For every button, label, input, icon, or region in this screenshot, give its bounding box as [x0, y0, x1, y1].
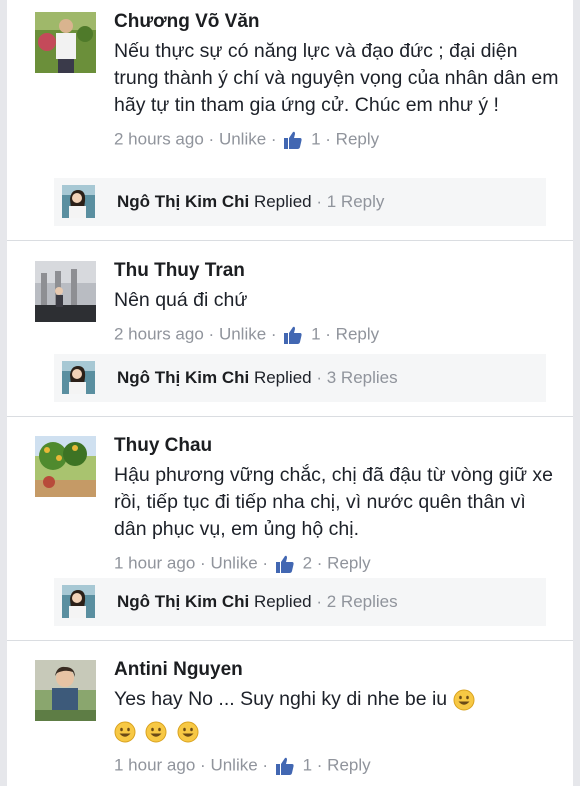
replies-summary[interactable]: Ngô Thị Kim Chi Replied · 2 Replies [54, 578, 546, 626]
comment-time[interactable]: 1 hour ago [114, 756, 195, 775]
smiley-emoji-icon [145, 721, 167, 743]
unlike-link[interactable]: Unlike [219, 325, 266, 344]
like-count[interactable]: 1 [311, 325, 320, 344]
reply-count[interactable]: 2 Replies [327, 592, 398, 611]
replies-summary-text: Ngô Thị Kim Chi Replied · 3 Replies [117, 367, 398, 389]
divider [7, 416, 573, 417]
comments-page: Chương Võ Văn Nếu thực sự có năng lực và… [7, 0, 573, 786]
meta-separator: · [262, 553, 269, 573]
meta-separator: · [262, 755, 269, 775]
meta-separator: · [325, 324, 331, 344]
reply-link[interactable]: Reply [336, 325, 379, 344]
divider [7, 640, 573, 641]
unlike-link[interactable]: Unlike [210, 756, 257, 775]
reply-count[interactable]: 3 Replies [327, 368, 398, 387]
replied-label: Replied [253, 592, 312, 611]
unlike-link[interactable]: Unlike [210, 554, 257, 573]
comment-time[interactable]: 2 hours ago [114, 130, 204, 149]
meta-separator: · [316, 553, 323, 573]
replies-summary[interactable]: Ngô Thị Kim Chi Replied · 1 Reply [54, 178, 546, 226]
comment-time[interactable]: 1 hour ago [114, 554, 195, 573]
meta-separator: · [316, 755, 323, 775]
meta-separator: · [208, 129, 215, 149]
comment-meta: 2 hours ago · Unlike · 1 · Reply [114, 128, 559, 151]
avatar[interactable] [35, 261, 96, 322]
comment-time[interactable]: 2 hours ago [114, 325, 204, 344]
meta-separator: · [316, 368, 323, 387]
meta-separator: · [270, 129, 277, 149]
comment-text: Hậu phương vững chắc, chị đã đậu từ vòng… [114, 464, 554, 540]
comment-meta: 2 hours ago · Unlike · 1 · Reply [114, 323, 559, 346]
emoji-row [114, 718, 559, 745]
meta-separator: · [325, 129, 331, 149]
like-count[interactable]: 2 [303, 554, 312, 573]
comment-author[interactable]: Antini Nguyen [114, 658, 559, 682]
comment-author[interactable]: Thu Thuy Tran [114, 259, 559, 283]
like-count[interactable]: 1 [303, 756, 312, 775]
meta-separator: · [208, 324, 215, 344]
reply-link[interactable]: Reply [327, 756, 370, 775]
meta-separator: · [316, 592, 323, 611]
divider [7, 240, 573, 241]
thumbs-up-icon[interactable] [275, 756, 295, 776]
comment-text: Nên quá đi chứ [114, 289, 248, 311]
avatar[interactable] [35, 12, 96, 73]
unlike-link[interactable]: Unlike [219, 130, 266, 149]
meta-separator: · [270, 324, 277, 344]
smiley-emoji-icon [453, 689, 475, 711]
thumbs-up-icon[interactable] [283, 130, 303, 150]
comment-meta: 1 hour ago · Unlike · 1 · Reply [114, 754, 559, 777]
replies-summary-text: Ngô Thị Kim Chi Replied · 2 Replies [117, 591, 398, 613]
comment-text-content: Yes hay No ... Suy nghi ky di nhe be iu [114, 688, 448, 710]
like-count[interactable]: 1 [311, 130, 320, 149]
smiley-emoji-icon [177, 721, 199, 743]
reply-link[interactable]: Reply [336, 130, 379, 149]
reply-link[interactable]: Reply [327, 554, 370, 573]
comment-body: Antini Nguyen Yes hay No ... Suy nghi ky… [114, 658, 559, 777]
smiley-emoji-icon [114, 721, 136, 743]
comment-body: Thu Thuy Tran Nên quá đi chứ 2 hours ago… [114, 259, 559, 346]
reply-count[interactable]: 1 Reply [327, 192, 385, 211]
comment-author[interactable]: Thuy Chau [114, 434, 559, 458]
comment-author[interactable]: Chương Võ Văn [114, 10, 559, 34]
meta-separator: · [200, 755, 206, 775]
replies-summary-text: Ngô Thị Kim Chi Replied · 1 Reply [117, 191, 384, 213]
avatar [62, 361, 95, 394]
thumbs-up-icon[interactable] [275, 554, 295, 574]
meta-separator: · [200, 553, 206, 573]
avatar [62, 585, 95, 618]
replied-label: Replied [253, 192, 312, 211]
replier-name[interactable]: Ngô Thị Kim Chi [117, 592, 249, 611]
meta-separator: · [316, 192, 323, 211]
replier-name[interactable]: Ngô Thị Kim Chi [117, 192, 249, 211]
comment-body: Chương Võ Văn Nếu thực sự có năng lực và… [114, 10, 559, 151]
thumbs-up-icon[interactable] [283, 325, 303, 345]
replied-label: Replied [253, 368, 312, 387]
comment-body: Thuy Chau Hậu phương vững chắc, chị đã đ… [114, 434, 559, 575]
replies-summary[interactable]: Ngô Thị Kim Chi Replied · 3 Replies [54, 354, 546, 402]
avatar[interactable] [35, 436, 96, 497]
comment-text: Nếu thực sự có năng lực và đạo đức ; đại… [114, 40, 559, 116]
comment-text: Yes hay No ... Suy nghi ky di nhe be iu [114, 686, 559, 745]
avatar[interactable] [35, 660, 96, 721]
avatar [62, 185, 95, 218]
comment-meta: 1 hour ago · Unlike · 2 · Reply [114, 552, 559, 575]
replier-name[interactable]: Ngô Thị Kim Chi [117, 368, 249, 387]
